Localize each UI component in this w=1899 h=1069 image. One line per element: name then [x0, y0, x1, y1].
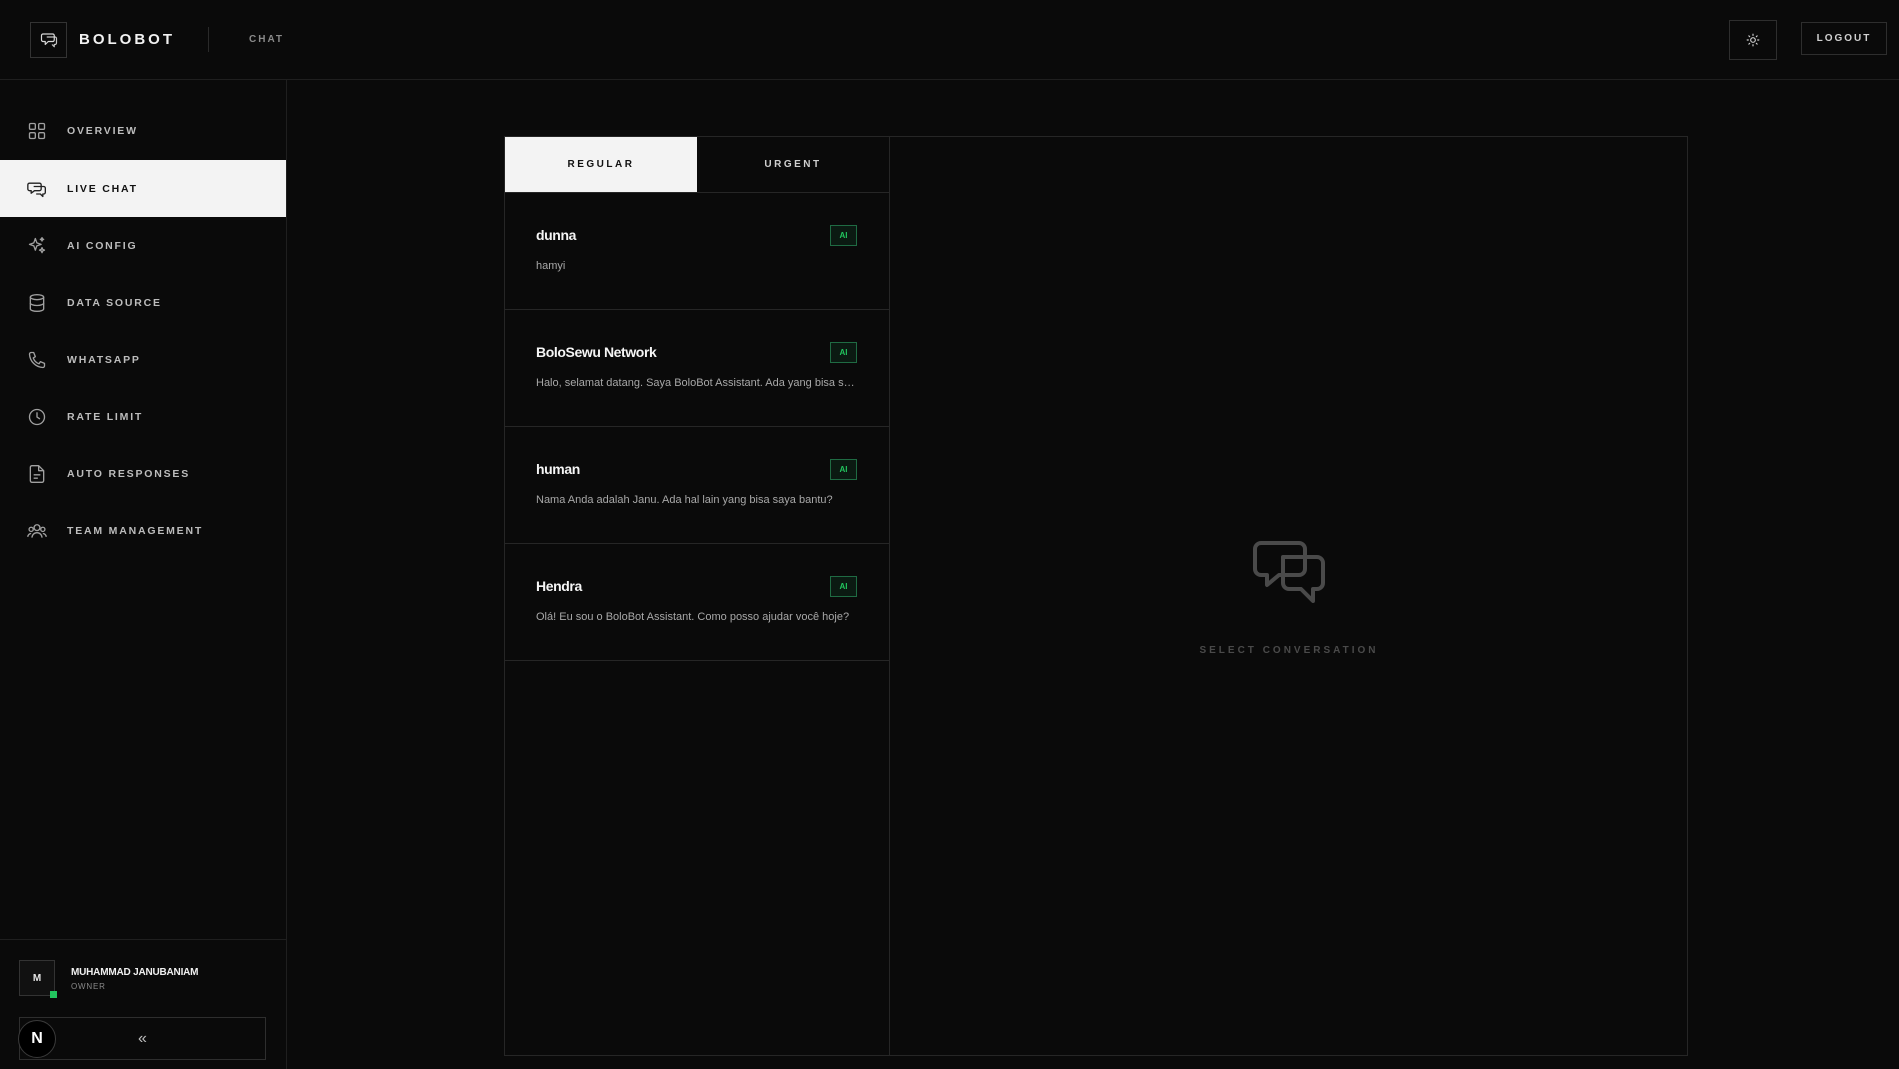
- conversation-name: dunna: [536, 227, 576, 243]
- sidebar-item-rate-limit[interactable]: RATE LIMIT: [0, 388, 286, 445]
- logout-button[interactable]: LOGOUT: [1801, 22, 1887, 55]
- sidebar-item-label: AUTO RESPONSES: [67, 467, 191, 480]
- chat-bubbles-icon: [1253, 541, 1325, 603]
- ai-badge: AI: [830, 225, 857, 246]
- chat-panel: REGULAR URGENT dunna AI hamyi BoloSewu N…: [504, 136, 1688, 1056]
- chevrons-left-icon: «: [138, 1029, 147, 1047]
- conversation-name: human: [536, 461, 580, 477]
- chat-icon: [27, 182, 46, 198]
- sidebar-item-team-management[interactable]: TEAM MANAGEMENT: [0, 502, 286, 559]
- ai-badge: AI: [830, 459, 857, 480]
- users-icon: [27, 524, 47, 538]
- conversation-preview: hamyi: [536, 260, 566, 272]
- conversation-item[interactable]: dunna AI hamyi: [505, 193, 889, 310]
- sidebar-item-label: LIVE CHAT: [67, 182, 138, 195]
- ai-badge: AI: [830, 342, 857, 363]
- clock-icon: [28, 408, 46, 426]
- logo-chat-icon[interactable]: [30, 22, 67, 58]
- file-icon: [29, 465, 45, 483]
- database-icon: [29, 294, 45, 313]
- conversation-preview: Nama Anda adalah Janu. Ada hal lain yang…: [536, 494, 833, 506]
- sidebar-item-overview[interactable]: OVERVIEW: [0, 102, 286, 159]
- conversation-preview: Olá! Eu sou o BoloBot Assistant. Como po…: [536, 611, 850, 623]
- theme-toggle-button[interactable]: [1729, 20, 1777, 60]
- conversation-item[interactable]: BoloSewu Network AI Halo, selamat datang…: [505, 310, 889, 427]
- online-status-indicator: [50, 991, 57, 998]
- conversation-name: Hendra: [536, 578, 582, 594]
- conversation-name: BoloSewu Network: [536, 344, 657, 360]
- sidebar-item-data-source[interactable]: DATA SOURCE: [0, 274, 286, 331]
- tab-urgent[interactable]: URGENT: [697, 137, 889, 192]
- phone-icon: [28, 351, 46, 369]
- conversation-list: REGULAR URGENT dunna AI hamyi BoloSewu N…: [505, 137, 890, 1055]
- sidebar-item-label: OVERVIEW: [67, 124, 138, 137]
- user-role: OWNER: [71, 982, 106, 991]
- sidebar-item-live-chat[interactable]: LIVE CHAT: [0, 160, 286, 217]
- page-title: CHAT: [249, 34, 285, 45]
- collapse-sidebar-button[interactable]: «: [19, 1017, 266, 1060]
- app-name: BOLOBOT: [79, 31, 175, 48]
- ai-badge: AI: [830, 576, 857, 597]
- conversation-item[interactable]: human AI Nama Anda adalah Janu. Ada hal …: [505, 427, 889, 544]
- conversation-item[interactable]: Hendra AI Olá! Eu sou o BoloBot Assistan…: [505, 544, 889, 661]
- grid-icon: [28, 122, 46, 140]
- header-divider: [208, 27, 209, 52]
- top-header: BOLOBOT CHAT LOGOUT: [0, 0, 1899, 80]
- user-name: MUHAMMAD JANUBANIAM: [71, 967, 199, 978]
- tab-regular[interactable]: REGULAR: [505, 137, 697, 192]
- conversation-preview: Halo, selamat datang. Saya BoloBot Assis…: [536, 377, 856, 389]
- sidebar-item-whatsapp[interactable]: WHATSAPP: [0, 331, 286, 388]
- sidebar-item-label: DATA SOURCE: [67, 296, 162, 309]
- sun-icon: [1746, 33, 1760, 47]
- conversation-empty-state: SELECT CONVERSATION: [891, 137, 1687, 1055]
- sidebar-item-label: AI CONFIG: [67, 239, 138, 252]
- sidebar-item-label: RATE LIMIT: [67, 410, 144, 423]
- sidebar: OVERVIEW LIVE CHAT AI CONFIG DATA SOURCE…: [0, 80, 287, 1069]
- sidebar-item-auto-responses[interactable]: AUTO RESPONSES: [0, 445, 286, 502]
- next-dev-badge[interactable]: N: [18, 1020, 56, 1058]
- select-conversation-text: SELECT CONVERSATION: [1199, 645, 1379, 656]
- conversation-tabs: REGULAR URGENT: [505, 137, 889, 193]
- sparkles-icon: [28, 237, 46, 254]
- sidebar-item-ai-config[interactable]: AI CONFIG: [0, 217, 286, 274]
- sidebar-item-label: TEAM MANAGEMENT: [67, 524, 204, 537]
- sidebar-item-label: WHATSAPP: [67, 353, 141, 366]
